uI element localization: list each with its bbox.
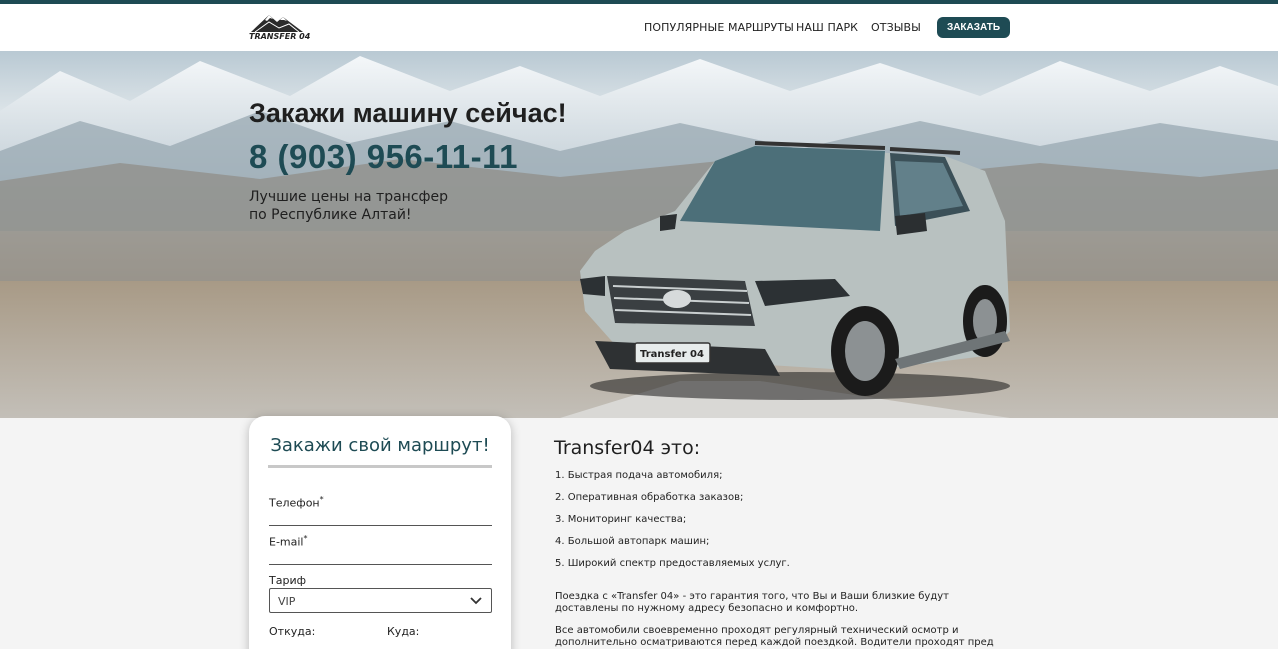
- info-item: 5. Широкий спектр предоставляемых услуг.: [555, 558, 790, 569]
- hero-subtitle-line1: Лучшие цены на трансфер: [249, 189, 448, 205]
- required-mark: *: [319, 495, 324, 504]
- order-form-card: Закажи свой маршрут! Телефон* E-mail* Та…: [249, 416, 511, 649]
- plate-text: Transfer 04: [640, 349, 704, 360]
- form-title: Закажи свой маршрут!: [270, 435, 490, 456]
- info-item: 3. Мониторинг качества;: [555, 514, 687, 525]
- to-label: Куда:: [387, 625, 420, 638]
- hero-title: Закажи машину сейчас!: [249, 98, 567, 128]
- hero-banner: Закажи машину сейчас! 8 (903) 956-11-11 …: [0, 51, 1278, 418]
- email-input[interactable]: [269, 545, 492, 565]
- tariff-label: Тариф: [269, 574, 306, 587]
- mountain-logo-icon: [251, 15, 303, 33]
- header-navbar: TRANSFER 04 ПОПУЛЯРНЫЕ МАРШРУТЫ НАШ ПАРК…: [0, 4, 1278, 51]
- chevron-down-icon: [470, 597, 482, 605]
- form-title-divider: [268, 465, 492, 468]
- order-button[interactable]: ЗАКАЗАТЬ: [937, 17, 1010, 38]
- info-paragraph: Все автомобили своевременно проходят рег…: [555, 625, 994, 648]
- nav-popular-routes[interactable]: ПОПУЛЯРНЫЕ МАРШРУТЫ: [644, 21, 794, 34]
- hero-phone[interactable]: 8 (903) 956-11-11: [249, 138, 518, 176]
- info-item: 1. Быстрая подача автомобиля;: [555, 470, 723, 481]
- required-mark: *: [303, 534, 308, 543]
- hero-subtitle-line2: по Республике Алтай!: [249, 207, 412, 223]
- tariff-select-value: VIP: [278, 595, 296, 608]
- logo-text: TRANSFER 04: [249, 32, 311, 41]
- info-paragraph: Поездка с «Transfer 04» - это гарантия т…: [555, 591, 950, 614]
- from-label: Откуда:: [269, 625, 316, 638]
- info-item: 4. Большой автопарк машин;: [555, 536, 710, 547]
- phone-input[interactable]: [269, 506, 492, 526]
- info-title: Transfer04 это:: [554, 437, 701, 459]
- site-logo[interactable]: TRANSFER 04: [249, 12, 310, 46]
- suv-car-image: Transfer 04: [580, 141, 1010, 400]
- info-item: 2. Оперативная обработка заказов;: [555, 492, 744, 503]
- nav-reviews[interactable]: ОТЗЫВЫ: [871, 21, 921, 34]
- hero-subtitle: Лучшие цены на трансфер по Республике Ал…: [249, 188, 509, 224]
- tariff-select[interactable]: VIP: [269, 588, 492, 613]
- nav-our-fleet[interactable]: НАШ ПАРК: [796, 21, 858, 34]
